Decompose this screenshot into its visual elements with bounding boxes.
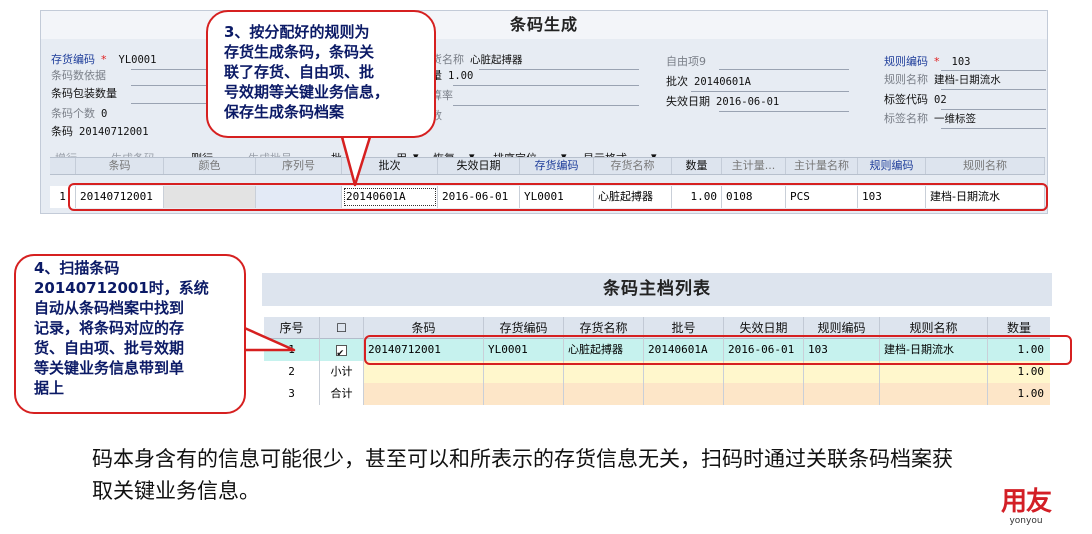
- rule-name-field[interactable]: 规则名称 建档-日期流水: [884, 71, 1001, 89]
- list-cell-inv-code: [484, 383, 564, 405]
- grid-header-main-unit-name[interactable]: 主计量名称: [786, 158, 858, 174]
- barcode-field[interactable]: 条码 20140712001: [51, 123, 149, 141]
- list-row-index: 3: [264, 383, 320, 405]
- subtotal-label: 小计: [320, 361, 364, 383]
- barcode-basis-field[interactable]: 条码数依据: [51, 67, 106, 85]
- list-total-row: 3 合计 1.00: [264, 383, 1050, 405]
- callout4-pointer: [238, 324, 296, 352]
- callout-step3: 3、按分配好的规则为 存货生成条码，条码关 联了存货、自由项、批 号效期等关键业…: [206, 10, 436, 138]
- tag-name-field[interactable]: 标签名称 一维标签: [884, 110, 976, 128]
- checked-checkbox-icon[interactable]: [336, 342, 347, 361]
- grid-header-inv-code[interactable]: 存货编码: [520, 158, 594, 174]
- barcode-master-list-title: 条码主档列表: [262, 273, 1052, 306]
- logo-cn: 用友: [1000, 487, 1052, 517]
- callout-step3-text: 3、按分配好的规则为 存货生成条码，条码关 联了存货、自由项、批 号效期等关键业…: [224, 23, 390, 121]
- grid-header-color[interactable]: 颜色: [164, 158, 256, 174]
- list-row-index: 2: [264, 361, 320, 383]
- grid-header-qty[interactable]: 数量: [672, 158, 722, 174]
- window-title: 条码生成: [41, 11, 1047, 39]
- barcode-grid-header: 条码 颜色 序列号 批次 失效日期 存货编码 存货名称 数量 主计量... 主计…: [50, 157, 1045, 175]
- explanation-text: 码本身含有的信息可能很少，甚至可以和所表示的存货信息无关，扫码时通过关联条码档案…: [92, 447, 953, 503]
- grid-header-barcode[interactable]: 条码: [76, 158, 164, 174]
- list-cell-batch: [644, 383, 724, 405]
- list-row-checkbox[interactable]: [320, 339, 364, 361]
- grid-header-expire[interactable]: 失效日期: [438, 158, 520, 174]
- package-qty-field[interactable]: 条码包装数量: [51, 85, 117, 103]
- tag-code-field[interactable]: 标签代码 02: [884, 91, 947, 109]
- grid-header-inv-name[interactable]: 存货名称: [594, 158, 672, 174]
- list-cell-barcode: [364, 383, 484, 405]
- grid-header-main-unit[interactable]: 主计量...: [722, 158, 786, 174]
- total-label: 合计: [320, 383, 364, 405]
- list-cell-rule-code: [804, 383, 880, 405]
- rule-code-field[interactable]: 规则编码 * 103: [884, 53, 970, 71]
- list-cell-expire: [724, 383, 804, 405]
- expire-field[interactable]: 失效日期 2016-06-01: [666, 93, 779, 111]
- logo-en: yonyou: [1009, 516, 1043, 526]
- barcode-count-field[interactable]: 条码个数 0: [51, 105, 107, 123]
- grid-header-rule-name[interactable]: 规则名称: [926, 158, 1045, 174]
- grid-header-serial[interactable]: 序列号: [256, 158, 342, 174]
- highlight-list-row: [364, 335, 1072, 365]
- grid-header-rule-code[interactable]: 规则编码: [858, 158, 926, 174]
- total-qty: 1.00: [1017, 387, 1045, 400]
- list-cell-rule-name: [880, 383, 988, 405]
- highlight-top-row: [68, 183, 1048, 211]
- list-header-select-all-checkbox[interactable]: ☐: [320, 317, 364, 339]
- yonyou-logo: 用友 yonyou: [994, 488, 1058, 526]
- callout-step4: 4、扫描条码 20140712001时，系统 自动从条码档案中找到 记录，将条码…: [14, 254, 246, 414]
- callout-step4-text: 4、扫描条码 20140712001时，系统 自动从条码档案中找到 记录，将条码…: [34, 259, 209, 397]
- qty-field[interactable]: 量 1.00: [431, 67, 473, 85]
- list-cell-inv-name: [564, 383, 644, 405]
- grid-index-header: [50, 158, 76, 174]
- free9-field[interactable]: 自由项9: [666, 53, 706, 71]
- batch-field[interactable]: 批次 20140601A: [666, 73, 751, 91]
